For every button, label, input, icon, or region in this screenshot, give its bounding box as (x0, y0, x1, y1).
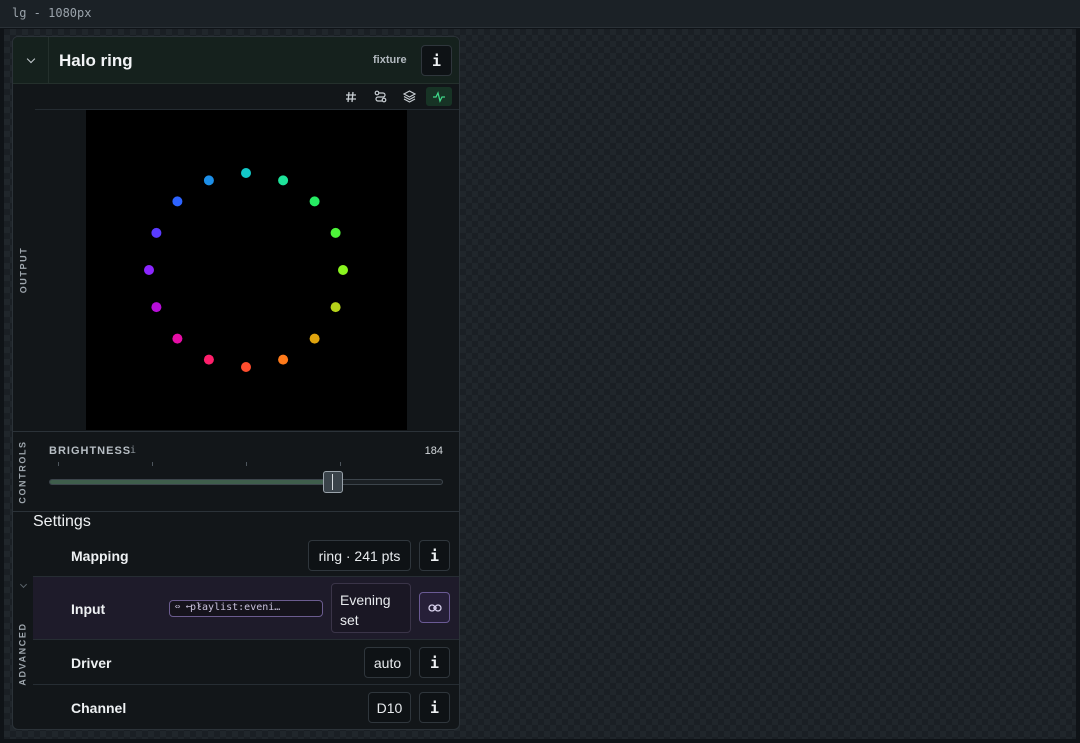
mapping-label: Mapping (71, 548, 129, 564)
output-toolbar (35, 84, 459, 110)
output-preview (86, 110, 407, 430)
channel-label: Channel (71, 700, 127, 716)
collapse-button[interactable] (13, 37, 49, 84)
output-section: OUTPUT (13, 84, 459, 431)
led-dot (203, 175, 214, 186)
brightness-value: 184 (424, 445, 443, 457)
led-dot (330, 227, 341, 238)
input-label: Input (71, 601, 106, 617)
mapping-info-button[interactable]: i (419, 540, 450, 571)
settings-title: Settings (33, 513, 91, 530)
activity-toggle[interactable] (426, 87, 452, 106)
hash-icon (346, 91, 356, 102)
led-dot (241, 362, 251, 372)
fixture-panel: Halo ring fixture i OUTPUT CONTROLS BRIG… (12, 36, 460, 730)
brightness-slider-thumb[interactable] (323, 471, 344, 493)
activity-icon (433, 90, 445, 103)
led-dot (338, 265, 348, 275)
link-arrow-icons: ⇔ ← ⚡ (175, 602, 203, 612)
brightness-label: BRIGHTNESS (49, 445, 132, 457)
brightness-slider-fill (50, 480, 333, 484)
driver-info-button[interactable]: i (419, 647, 450, 678)
led-dot (330, 302, 341, 313)
slider-tick (246, 462, 247, 466)
led-dot (144, 265, 154, 275)
advanced-section: ADVANCED Mapping ring · 241 pts i Input … (13, 534, 459, 729)
driver-row: Driver auto i (33, 640, 459, 685)
input-row: Input ⇔ ← ⚡ playlist:eveni… Evening set (33, 577, 459, 640)
led-dot (172, 333, 183, 344)
slider-tick (152, 462, 153, 466)
input-value[interactable]: Evening set (331, 583, 411, 633)
panel-title: Halo ring (59, 51, 133, 70)
window-title: lg - 1080px (12, 6, 92, 20)
led-ring-preview (144, 168, 348, 372)
brightness-slider-track[interactable] (49, 479, 443, 485)
output-section-label: OUTPUT (18, 246, 29, 294)
led-dot (309, 333, 320, 344)
led-dot (278, 354, 289, 365)
link-icon (427, 603, 442, 612)
fixture-tag: fixture (373, 54, 407, 66)
led-dot (172, 196, 183, 207)
led-dot (241, 168, 251, 178)
led-dot (278, 175, 289, 186)
chevron-down-icon (26, 54, 35, 64)
window-titlebar: lg - 1080px (0, 0, 1080, 28)
layers-icon (402, 90, 416, 103)
route-icon (374, 90, 386, 103)
mapping-value[interactable]: ring · 241 pts (308, 540, 411, 571)
mapping-row: Mapping ring · 241 pts i (33, 534, 459, 577)
channel-info-button[interactable]: i (419, 692, 450, 723)
slider-tick (58, 462, 59, 466)
driver-value[interactable]: auto (364, 647, 411, 678)
led-dot (203, 354, 214, 365)
led-dot (151, 302, 162, 313)
brightness-info-icon[interactable]: i (130, 445, 136, 456)
driver-label: Driver (71, 655, 112, 671)
panel-info-button[interactable]: i (421, 45, 452, 76)
routing-toggle[interactable] (369, 87, 391, 106)
layers-toggle[interactable] (398, 87, 420, 106)
led-dot (151, 227, 162, 238)
channel-row: Channel D10 i (33, 685, 459, 729)
led-dot (309, 196, 320, 207)
link-button[interactable] (419, 592, 450, 623)
controls-section-label: CONTROLS (18, 440, 28, 504)
advanced-section-label: ADVANCED (18, 622, 29, 686)
controls-section: CONTROLS BRIGHTNESS i 184 (13, 431, 459, 512)
panel-header: Halo ring fixture i (13, 37, 459, 84)
channel-value[interactable]: D10 (368, 692, 411, 723)
input-source-chip[interactable]: ⇔ ← ⚡ playlist:eveni… (169, 600, 323, 617)
grid-toggle[interactable] (340, 87, 362, 106)
slider-tick (340, 462, 341, 466)
